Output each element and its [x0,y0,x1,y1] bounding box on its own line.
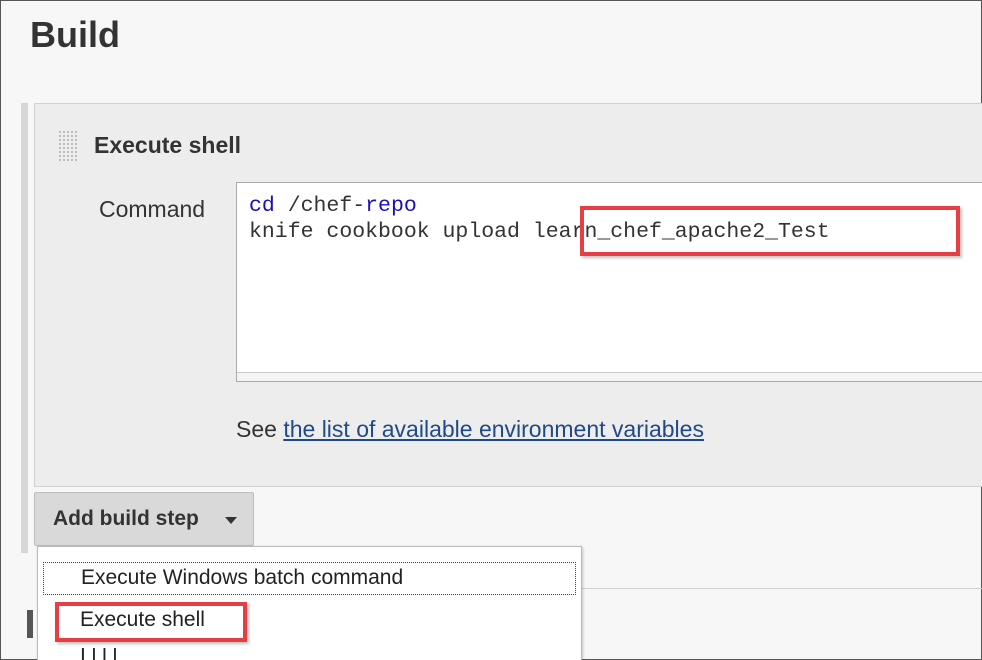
add-build-step-label: Add build step [53,507,199,530]
section-divider [580,588,982,589]
env-variables-link[interactable]: the list of available environment variab… [283,416,704,442]
section-left-bar [21,103,28,553]
keyword-repo: repo [365,194,417,218]
help-text: See the list of available environment va… [236,416,704,443]
step-title: Execute shell [94,132,242,158]
drag-handle-icon[interactable] [58,130,78,162]
path-text: /chef- [274,194,366,218]
chevron-down-icon [225,517,237,524]
cookbook-name-highlight [580,206,960,256]
command-label: Command [99,196,206,222]
knife-command-text: knife cookbook upload [249,220,533,244]
execute-shell-highlight [55,602,247,642]
menu-item-partial-glyphs: I l l l [80,648,118,660]
help-prefix: See [236,416,284,442]
textarea-resize-handle[interactable] [237,372,982,381]
keyword-cd: cd [249,194,275,218]
add-build-step-button[interactable]: Add build step [34,492,254,546]
menu-item-windows-batch[interactable]: Execute Windows batch command [43,562,576,595]
next-section-marker [27,610,33,638]
section-title: Build [30,14,120,55]
command-line-1: cd /chef-repo [249,194,417,218]
menu-item-partial[interactable]: I l l l [80,648,117,660]
